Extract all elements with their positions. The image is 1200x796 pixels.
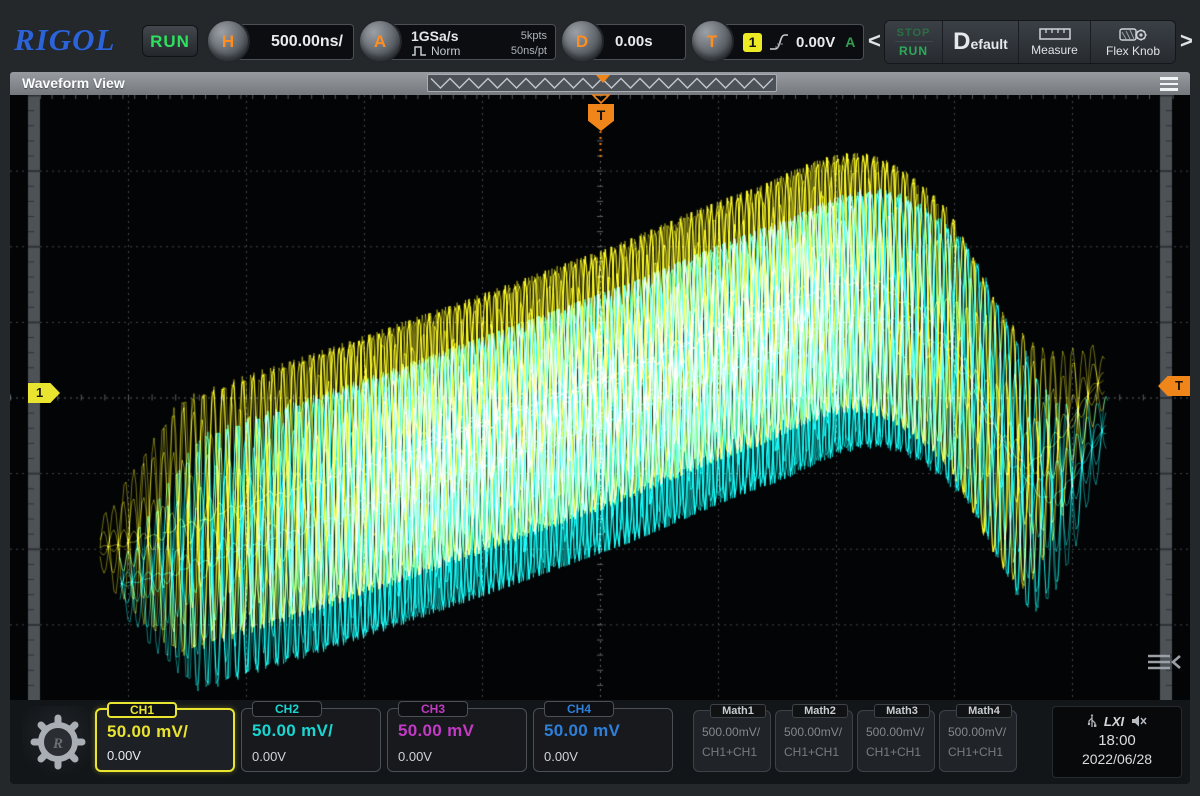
math1-tab[interactable]: Math1 <box>710 704 766 718</box>
flex-knob-button[interactable]: Flex Knob <box>1091 21 1175 63</box>
trigger-position-outline-icon <box>591 94 611 105</box>
measure-label: Measure <box>1031 43 1078 57</box>
stop-label: STOP <box>897 27 931 39</box>
oscilloscope-screen: RIGOL RUN H 500.00ns/ A 1GSa/s 5kpts Nor… <box>0 0 1200 796</box>
math-box-math2[interactable]: Math2 500.00mV/ CH1+CH1 <box>775 710 853 772</box>
quick-toolbar: STOP RUN Default Measure <box>884 20 1176 64</box>
default-rest: efault <box>971 36 1008 52</box>
trigger-source-chip: 1 <box>743 33 762 52</box>
toolbar-prev-button[interactable]: < <box>868 28 881 54</box>
channel-tab-ch1[interactable]: CH1 <box>107 702 177 718</box>
default-button[interactable]: Default <box>943 21 1019 63</box>
flex-knob-label: Flex Knob <box>1106 44 1160 58</box>
rigol-logo: RIGOL <box>14 22 115 58</box>
run-label: RUN <box>899 44 928 58</box>
gear-icon: R <box>27 711 89 773</box>
ch1-scale: 50.00 mV/ <box>107 722 188 742</box>
knob-gear-icon <box>1118 26 1148 42</box>
ch3-offset: 0.00V <box>398 749 432 764</box>
default-initial: D <box>953 28 970 55</box>
math3-tab[interactable]: Math3 <box>874 704 930 718</box>
waveform-display[interactable] <box>10 95 1190 700</box>
channel-box-ch2[interactable]: CH2 50.00 mV/ 0.00V <box>241 708 381 772</box>
preview-trigger-position-icon[interactable] <box>596 75 610 83</box>
memory-depth: 5kpts <box>521 30 547 42</box>
channel-box-ch3[interactable]: CH3 50.00 mV 0.00V <box>387 708 527 772</box>
settings-gear-button[interactable]: R <box>22 706 94 778</box>
waveform-plot-area: T 1 T <box>10 95 1190 700</box>
math3-expression: CH1+CH1 <box>866 745 934 759</box>
math-box-math4[interactable]: Math4 500.00mV/ CH1+CH1 <box>939 710 1017 772</box>
lxi-badge: LXI <box>1104 714 1124 729</box>
system-status-box: LXI 18:00 2022/06/28 <box>1052 706 1182 778</box>
ruler-icon <box>1039 27 1071 41</box>
math1-expression: CH1+CH1 <box>702 745 770 759</box>
top-status-bar: RIGOL RUN H 500.00ns/ A 1GSa/s 5kpts Nor… <box>10 10 1190 70</box>
usb-icon <box>1087 714 1097 729</box>
math2-expression: CH1+CH1 <box>784 745 852 759</box>
acquisition-info[interactable]: 1GSa/s 5kpts Norm 50ns/pt <box>380 24 556 60</box>
math4-scale: 500.00mV/ <box>948 725 1016 739</box>
ch1-offset: 0.00V <box>107 748 141 763</box>
stop-run-button[interactable]: STOP RUN <box>885 21 943 63</box>
record-preview-strip[interactable] <box>427 74 777 92</box>
toolbar-next-button[interactable]: > <box>1180 28 1193 54</box>
channel-box-ch1[interactable]: CH1 50.00 mV/ 0.00V <box>95 708 235 772</box>
math1-scale: 500.00mV/ <box>702 725 770 739</box>
math-box-math3[interactable]: Math3 500.00mV/ CH1+CH1 <box>857 710 935 772</box>
math4-expression: CH1+CH1 <box>948 745 1016 759</box>
channel-box-ch4[interactable]: CH4 50.00 mV 0.00V <box>533 708 673 772</box>
trigger-info[interactable]: 1 0.00V A <box>712 24 864 60</box>
channel-tab-ch4[interactable]: CH4 <box>544 701 614 717</box>
trigger-sweep-mode: A <box>845 34 855 50</box>
waveform-view-titlebar: Waveform View <box>10 72 1190 95</box>
trigger-level-value: 0.00V <box>796 34 835 51</box>
divider <box>895 41 933 42</box>
ch4-scale: 50.00 mV <box>544 721 620 741</box>
run-status-badge[interactable]: RUN <box>142 25 198 57</box>
rising-edge-icon <box>768 31 790 53</box>
speaker-muted-icon <box>1131 714 1147 728</box>
ch4-offset: 0.00V <box>544 749 578 764</box>
math4-tab[interactable]: Math4 <box>956 704 1012 718</box>
clock-time: 18:00 <box>1098 732 1136 749</box>
sample-rate: 1GSa/s <box>411 28 458 44</box>
channel-tab-ch3[interactable]: CH3 <box>398 701 468 717</box>
menu-icon[interactable] <box>1160 77 1178 94</box>
acquisition-mode: Norm <box>411 44 460 58</box>
ch3-scale: 50.00 mV <box>398 721 474 741</box>
view-title: Waveform View <box>22 75 125 91</box>
channel-status-bar: R CH1 50.00 mV/ 0.00V CH2 50.00 mV/ 0.00… <box>10 700 1190 784</box>
math2-tab[interactable]: Math2 <box>792 704 848 718</box>
svg-text:R: R <box>52 736 63 752</box>
delay-knob[interactable]: D <box>560 19 604 63</box>
acquisition-knob[interactable]: A <box>358 19 402 63</box>
pulse-icon <box>411 45 427 57</box>
ch2-offset: 0.00V <box>252 749 286 764</box>
math2-scale: 500.00mV/ <box>784 725 852 739</box>
sample-interval: 50ns/pt <box>511 45 547 57</box>
trigger-knob[interactable]: T <box>690 19 734 63</box>
math3-scale: 500.00mV/ <box>866 725 934 739</box>
clock-date: 2022/06/28 <box>1082 751 1152 767</box>
results-panel-collapse-icon[interactable] <box>1146 652 1184 672</box>
ch2-scale: 50.00 mV/ <box>252 721 333 741</box>
math-box-math1[interactable]: Math1 500.00mV/ CH1+CH1 <box>693 710 771 772</box>
channel-tab-ch2[interactable]: CH2 <box>252 701 322 717</box>
horizontal-knob[interactable]: H <box>206 19 250 63</box>
measure-button[interactable]: Measure <box>1019 21 1091 63</box>
